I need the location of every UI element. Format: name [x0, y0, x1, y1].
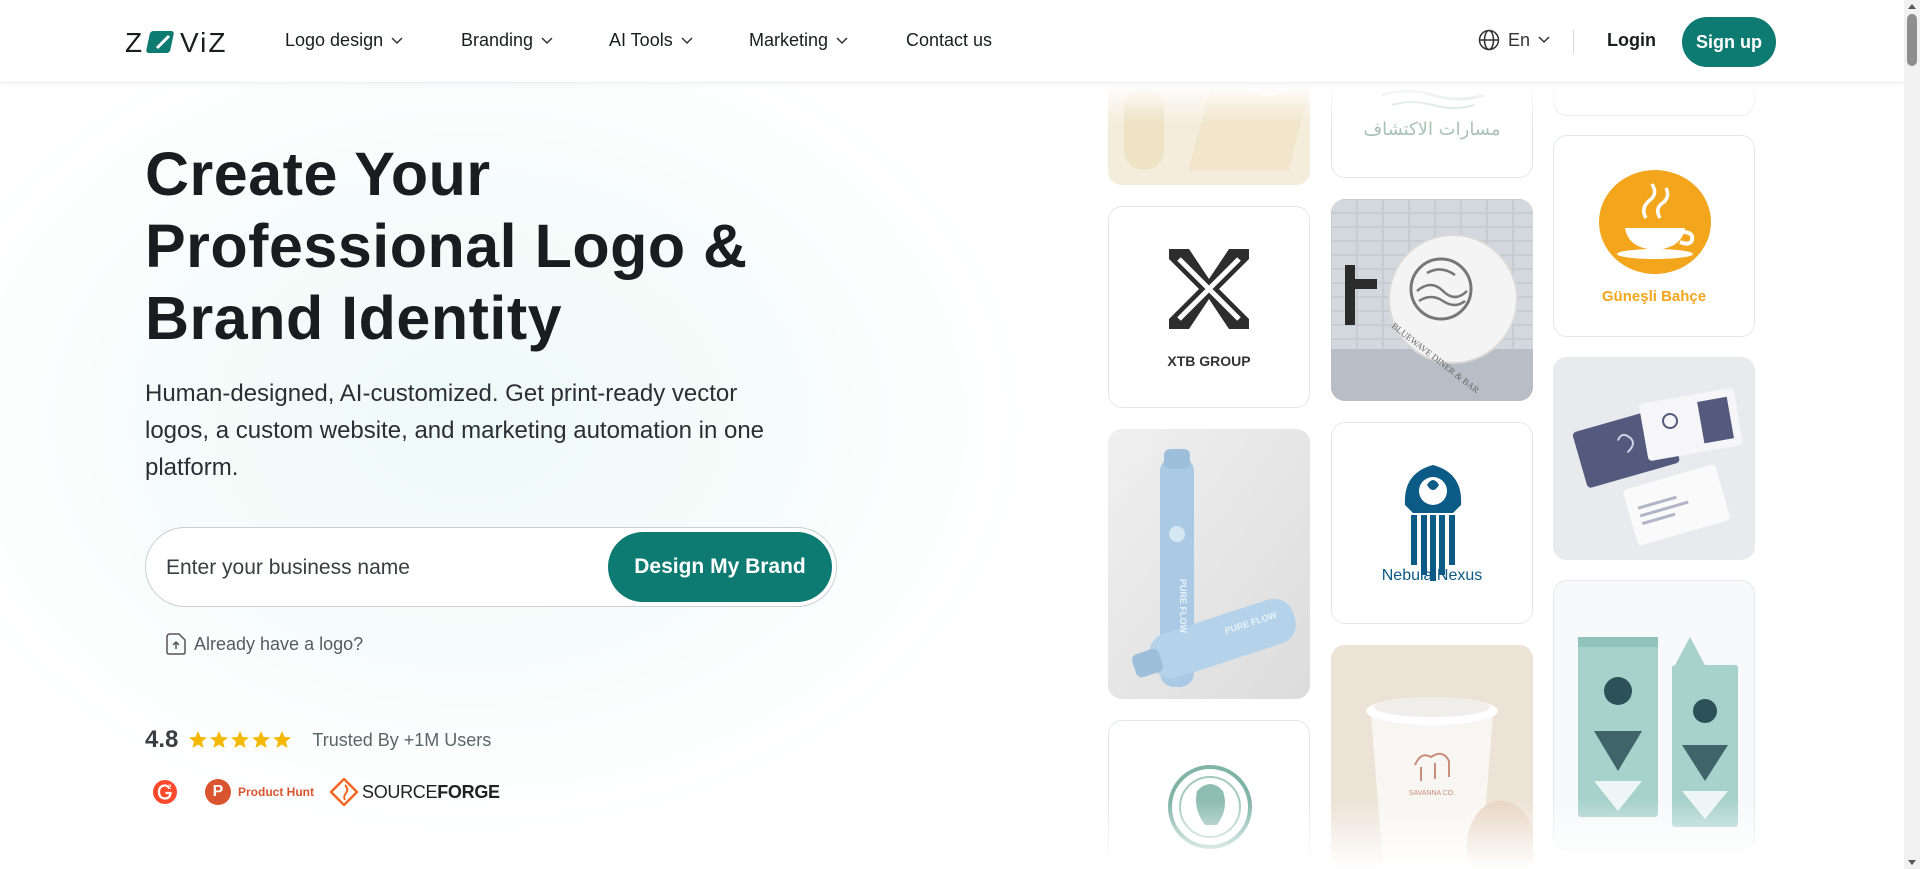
g2-icon[interactable]: 2 [153, 780, 177, 804]
hero-title-line: Create Your [145, 140, 491, 208]
chevron-down-icon [681, 36, 693, 44]
scroll-thumb[interactable] [1907, 14, 1917, 66]
already-have-logo-label: Already have a logo? [194, 633, 364, 654]
product-hunt-label: Product Hunt [238, 785, 314, 799]
star-icon [210, 731, 229, 748]
product-hunt-badge[interactable]: P Product Hunt [205, 779, 314, 805]
globe-icon [1478, 29, 1500, 51]
bottles-illustration: PURE FLOW PURE FLOW [1108, 429, 1310, 699]
nebula-logo [1404, 465, 1462, 581]
gallery-card-gunesli[interactable]: Güneşli Bahçe [1553, 135, 1755, 337]
business-name-input[interactable] [166, 548, 586, 588]
vertical-scrollbar[interactable] [1904, 0, 1920, 869]
nav-marketing-label: Marketing [749, 30, 829, 50]
sourceforge-icon [330, 778, 358, 806]
signup-button[interactable]: Sign up [1682, 17, 1776, 67]
gallery-bottom-fade [1100, 800, 1780, 869]
gallery-top-fade [1100, 83, 1780, 123]
product-hunt-icon: P [205, 779, 231, 805]
gallery-card-xtb[interactable]: XTB GROUP [1108, 206, 1310, 408]
chevron-down-icon [1538, 36, 1550, 44]
pure-flow-bottle-text: PURE FLOW [1178, 579, 1188, 634]
savanna-cup-text: SAVANNA CO. [1409, 790, 1455, 797]
chevron-down-icon [836, 36, 848, 44]
rating-value: 4.8 [145, 726, 179, 753]
language-label: En [1508, 29, 1531, 50]
gallery-card-business-cards[interactable] [1553, 357, 1755, 560]
nebula-label: Nebula Nexus [1381, 567, 1483, 584]
nav-contact-us-label: Contact us [906, 30, 993, 50]
hero-title-line: Brand Identity [145, 284, 563, 352]
file-upload-icon [166, 633, 186, 655]
nav-branding-label: Branding [461, 30, 534, 50]
star-rating [188, 730, 292, 750]
hero-subtitle-line: Human-designed, AI-customized. Get print… [145, 380, 738, 407]
scroll-down-arrow-icon[interactable] [1908, 860, 1916, 865]
hero-title-line: Professional Logo & [145, 212, 748, 280]
hero-subtitle-line: platform. [145, 454, 239, 481]
top-navbar: Z ViZ Logo design Branding AI Tools Mark… [0, 0, 1904, 83]
nav-contact-us[interactable]: Contact us [906, 30, 992, 51]
sourceforge-label-light: SOURCE [362, 781, 438, 802]
rating-row: 4.8 Trusted By +1M Users [145, 726, 491, 754]
business-cards-photo [1553, 357, 1755, 560]
sourceforge-label: SOURCEFORGE [362, 782, 500, 803]
bluewave-sign-photo: BLUEWAVE DINER & BAR [1331, 199, 1533, 401]
star-icon [252, 731, 271, 748]
hero-subtitle-line: logos, a custom website, and marketing a… [145, 417, 765, 444]
nav-ai-tools-label: AI Tools [609, 30, 673, 50]
language-selector[interactable]: En [1478, 29, 1550, 51]
design-my-brand-button[interactable]: Design My Brand [608, 532, 832, 602]
hero-subtitle: Human-designed, AI-customized. Get print… [145, 375, 865, 486]
already-have-logo-link[interactable]: Already have a logo? [166, 633, 363, 655]
login-link[interactable]: Login [1607, 30, 1656, 51]
trusted-by-text: Trusted By +1M Users [312, 729, 492, 750]
xtb-label: XTB GROUP [1167, 353, 1251, 369]
star-icon [231, 731, 250, 748]
nav-logo-design[interactable]: Logo design [285, 30, 403, 51]
gallery-card-bluewave[interactable]: BLUEWAVE DINER & BAR [1331, 199, 1533, 401]
gallery-card-pure-flow[interactable]: PURE FLOW PURE FLOW [1108, 429, 1310, 699]
gunesli-logo [1599, 170, 1711, 274]
nav-divider [1573, 30, 1574, 54]
review-badges: 2 P Product Hunt SOURCEFORGE [153, 778, 500, 806]
logo-text-viz: ViZ [180, 28, 228, 56]
logo-text-z: Z [125, 28, 144, 56]
nav-marketing[interactable]: Marketing [749, 30, 848, 51]
star-icon [189, 731, 208, 748]
chevron-down-icon [541, 36, 553, 44]
gallery-card-nebula[interactable]: Nebula Nexus [1331, 422, 1533, 624]
chevron-down-icon [391, 36, 403, 44]
star-icon [273, 731, 292, 748]
sourceforge-badge[interactable]: SOURCEFORGE [330, 778, 500, 806]
sourceforge-label-bold: FORGE [437, 781, 500, 802]
scroll-up-arrow-icon[interactable] [1908, 4, 1916, 9]
nav-ai-tools[interactable]: AI Tools [609, 30, 693, 51]
hero-title: Create Your Professional Logo & Brand Id… [145, 138, 845, 354]
xtb-logo [1167, 249, 1251, 329]
zoviz-logo[interactable]: Z ViZ [125, 28, 247, 56]
business-name-form: Design My Brand [145, 527, 837, 607]
page: XTB GROUP PURE FLOW PURE FLOW مسارات الا… [0, 0, 1904, 869]
nav-logo-design-label: Logo design [285, 30, 384, 50]
gunesli-label: Güneşli Bahçe [1601, 288, 1707, 305]
nav-branding[interactable]: Branding [461, 30, 553, 51]
